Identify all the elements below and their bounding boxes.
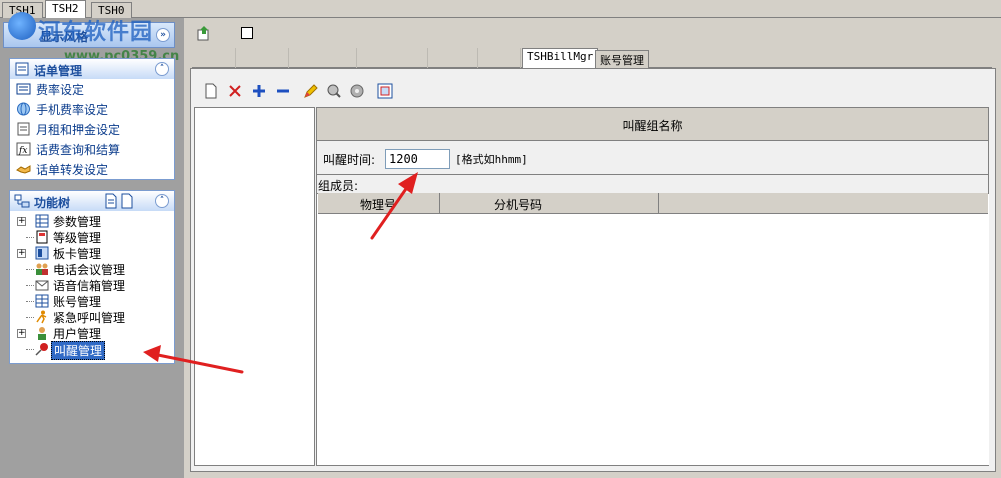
- arrow-to-wakeup-item: [143, 345, 244, 374]
- annotation-arrows: [143, 172, 418, 374]
- arrow-to-time-input: [370, 172, 418, 240]
